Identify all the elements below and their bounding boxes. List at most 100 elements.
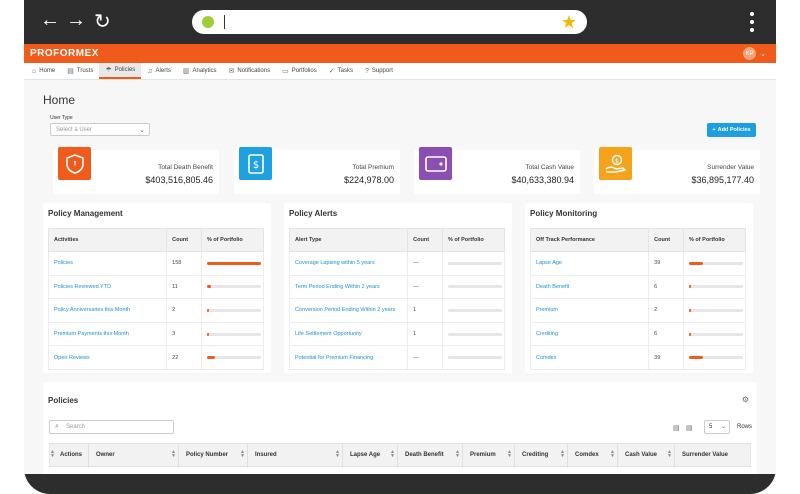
url-bar[interactable]: ★ [192,10,587,34]
row-percent-cell [442,298,505,323]
column-divider [617,444,618,468]
column-header[interactable]: Premium [470,452,496,458]
nav-item-home[interactable]: ⌂ Home [26,63,61,79]
nav-item-portfolios[interactable]: ▭ Portfolios [276,63,323,79]
search-input[interactable]: ⌕ Search [49,420,174,434]
portfolio-progress-bar [207,285,262,289]
portfolio-progress-bar [207,261,262,265]
avatar[interactable]: KP [743,47,757,60]
sort-icon[interactable]: ▲ ▼ [610,450,615,459]
row-link[interactable]: Conversion Period Ending Within 2 years [288,298,409,323]
reload-icon[interactable]: ↻ [94,9,111,34]
row-count: 6 [648,274,685,300]
row-link[interactable]: Open Reviews [47,345,168,370]
row-link[interactable]: Crediting [529,321,650,347]
row-count: 158 [166,251,203,276]
stat-value: $224,978.00 [343,175,394,185]
column-divider [462,444,463,468]
row-count: 11 [166,274,203,300]
export-csv-icon[interactable]: ▤ [686,424,693,432]
page-content: Home User Type Select a User ⌄ + Add Pol… [24,80,776,474]
brand-logo[interactable]: PROFORMEX [30,48,99,59]
user-select[interactable]: Select a User ⌄ [50,123,150,136]
column-header[interactable]: Lapse Age [350,452,380,458]
forward-arrow-icon[interactable]: → [66,9,86,32]
column-header[interactable]: Actions [60,452,82,458]
row-link[interactable]: Policy Anniversaries this Month [47,298,168,323]
stat-card: Total Death Benefit $403,516,805.46 [53,147,219,194]
column-header: Activities [47,228,168,252]
row-link[interactable]: Potential for Premium Financing [288,345,409,370]
bookmark-star-icon[interactable]: ★ [561,12,577,33]
table-row: Lapse Age 39 [529,251,746,276]
kebab-menu-icon[interactable] [750,12,754,32]
nav-item-label: Home [39,68,56,74]
sort-icon[interactable]: ▲ ▼ [240,450,245,459]
nav-item-notifications[interactable]: ✉ Notifications [223,63,277,79]
column-header[interactable]: Comdex [575,452,599,458]
gear-icon[interactable]: ⚙ [742,395,749,404]
panel-title: Policy Management [48,209,123,218]
sort-icon[interactable]: ▲ ▼ [667,450,672,459]
sort-icon[interactable]: ▲ ▼ [335,450,340,459]
row-count: 3 [166,321,203,347]
nav-item-label: Support [371,68,393,74]
row-count: 39 [648,345,685,370]
row-link[interactable]: Term Period Ending Within 2 years [288,274,409,300]
row-link[interactable]: Coverage Lapsing within 5 years [288,251,409,276]
chevron-down-icon[interactable]: ⌄ [760,50,766,58]
row-link[interactable]: Premium Payments this Month [47,321,168,347]
portfolio-progress-bar [207,332,262,336]
column-header[interactable]: Cash Value [625,452,657,458]
row-link[interactable]: Policies [47,251,168,276]
stat-label: Total Death Benefit [158,164,213,171]
row-link[interactable]: Death Benefit [529,274,650,300]
portfolio-progress-fill [689,261,703,265]
row-count: 2 [166,298,203,323]
sort-icon[interactable]: ▲ ▼ [507,450,512,459]
panel-table: Off Track Performance Count% of Portfolio… [529,228,746,370]
nav-item-tasks[interactable]: ✓ Tasks [323,63,359,79]
column-header: Count [166,228,203,252]
row-count: 1 [407,321,443,347]
column-header[interactable]: Policy Number [186,452,228,458]
column-header[interactable]: Insured [255,452,277,458]
column-header[interactable]: Surrender Value [682,452,728,458]
portfolio-progress-fill [207,261,262,265]
column-divider [178,444,179,468]
add-policies-button[interactable]: + Add Policies [707,123,756,137]
portfolio-progress-fill [689,285,692,289]
column-header[interactable]: Crediting [522,452,548,458]
row-link[interactable]: Comdex [529,345,650,370]
plus-icon: + [712,127,716,133]
portfolio-progress-fill [689,308,691,312]
stat-card: Total Cash Value $40,633,380.94 [414,147,580,194]
sort-icon[interactable]: ▲ ▼ [50,450,55,459]
nav-item-alerts[interactable]: ♫ Alerts [141,63,177,79]
row-link[interactable]: Lapse Age [529,251,650,276]
policies-table-header: Actions Owner ▲ ▼ Policy Number ▲ ▼ Insured ▲ ▼ La… [49,443,751,468]
rows-per-page-select[interactable]: 5 ⌄ [704,420,730,434]
add-policies-label: Add Policies [717,127,751,133]
nav-item-label: Portfolios [291,68,317,74]
nav-item-support[interactable]: ? Support [359,63,399,79]
nav-item-analytics[interactable]: ▥ Analytics [177,63,223,79]
row-link[interactable]: Policies Reviewed YTD [47,274,168,300]
column-header[interactable]: Owner [96,452,115,458]
row-count: — [407,251,443,276]
column-header[interactable]: Death Benefit [405,452,444,458]
back-arrow-icon[interactable]: ← [40,9,60,32]
row-link[interactable]: Premium [529,298,650,323]
sort-icon[interactable]: ▲ ▼ [560,450,565,459]
nav-item-policies[interactable]: ☂ Policies [99,63,142,79]
export-pdf-icon[interactable]: ▤ [673,424,680,432]
sort-icon[interactable]: ▲ ▼ [455,450,460,459]
sort-icon[interactable]: ▲ ▼ [171,450,176,459]
sort-icon[interactable]: ▲ ▼ [390,450,395,459]
svg-text:$: $ [252,160,258,171]
row-link[interactable]: Life Settlement Opportunity [288,321,409,347]
nav-item-trusts[interactable]: ▤ Trusts [61,63,99,79]
page-title: Home [43,93,76,107]
table-row: Policies 158 [47,251,264,276]
portfolio-progress-bar [689,308,744,312]
